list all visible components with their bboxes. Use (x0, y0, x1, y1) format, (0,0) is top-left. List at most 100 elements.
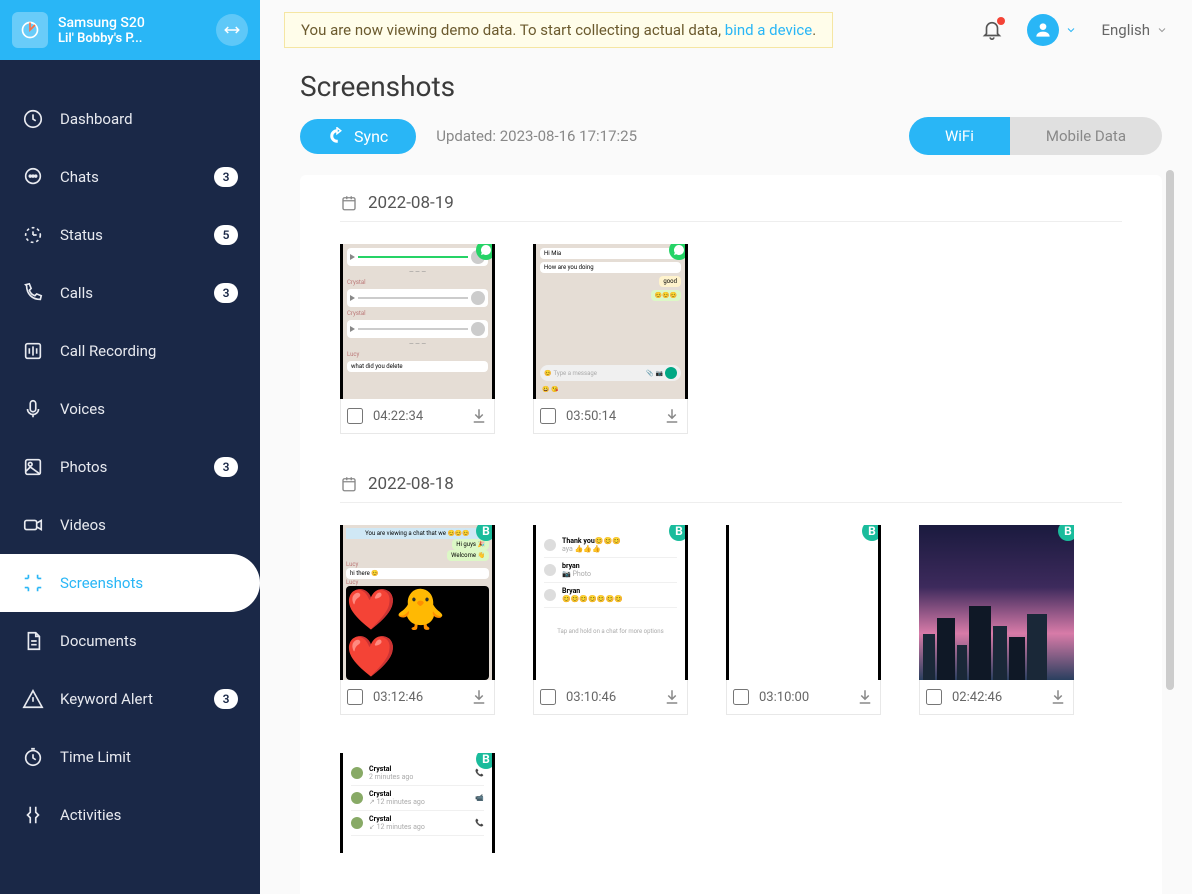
app-badge-icon: B (669, 525, 688, 541)
nav-badge: 3 (214, 283, 238, 303)
device-subtitle: Lil' Bobby's P... (58, 31, 206, 46)
screenshot-checkbox[interactable] (540, 689, 556, 705)
whatsapp-badge-icon (476, 244, 495, 260)
nav-label: Activities (60, 806, 238, 824)
screenshot-item[interactable]: B (919, 525, 1074, 715)
notification-dot-icon (997, 17, 1005, 25)
date-label: 2022-08-19 (368, 193, 454, 213)
nav-chats[interactable]: Chats 3 (0, 148, 260, 206)
download-button[interactable] (663, 407, 681, 425)
language-label: English (1101, 21, 1150, 39)
screenshot-time: 03:50:14 (566, 409, 653, 424)
screenshots-card: 2022-08-19 — — — Crystal Crystal — — — (300, 175, 1162, 894)
sidebar: Samsung S20 Lil' Bobby's P... Dashboard … (0, 0, 260, 894)
screenshot-thumb[interactable]: B (919, 525, 1074, 680)
nav: Dashboard Chats 3 Status 5 Calls 3 Call … (0, 60, 260, 844)
download-button[interactable] (856, 688, 874, 706)
calendar-icon (340, 475, 358, 493)
screenshot-item[interactable]: B You are viewing a chat that we 😊😊😊 Hi … (340, 525, 495, 715)
wifi-toggle[interactable]: WiFi (909, 117, 1010, 155)
nav-keyword-alert[interactable]: Keyword Alert 3 (0, 670, 260, 728)
download-button[interactable] (1049, 688, 1067, 706)
user-menu[interactable] (1027, 14, 1077, 46)
nav-badge: 3 (214, 457, 238, 477)
scrollbar-thumb[interactable] (1166, 170, 1174, 690)
download-button[interactable] (663, 688, 681, 706)
nav-label: Chats (60, 168, 198, 186)
device-header[interactable]: Samsung S20 Lil' Bobby's P... (0, 0, 260, 60)
nav-time-limit[interactable]: Time Limit (0, 728, 260, 786)
banner-text: You are now viewing demo data. To start … (301, 21, 725, 39)
screenshot-item[interactable]: B 03:10:00 (726, 525, 881, 715)
nav-photos[interactable]: Photos 3 (0, 438, 260, 496)
activities-icon (22, 804, 44, 826)
screenshot-thumb[interactable]: B Crystal2 minutes ago📞 Crystal↗ 12 minu… (340, 753, 495, 853)
device-name: Samsung S20 (58, 15, 206, 31)
nav-documents[interactable]: Documents (0, 612, 260, 670)
whatsapp-badge-icon (669, 244, 688, 260)
screenshot-footer: 03:12:46 (340, 680, 495, 715)
nav-label: Dashboard (60, 110, 238, 128)
page-title: Screenshots (300, 70, 1162, 103)
nav-badge: 3 (214, 689, 238, 709)
nav-videos[interactable]: Videos (0, 496, 260, 554)
avatar-icon (1027, 14, 1059, 46)
nav-screenshots[interactable]: Screenshots (0, 554, 260, 612)
screenshot-footer: 03:10:00 (726, 680, 881, 715)
download-button[interactable] (470, 407, 488, 425)
swap-device-button[interactable] (216, 14, 248, 46)
screenshot-time: 03:12:46 (373, 690, 460, 705)
screenshot-item[interactable]: Hi Mia How are you doing good 😊😊😊 😊Type … (533, 244, 688, 434)
screenshot-checkbox[interactable] (733, 689, 749, 705)
sync-button[interactable]: Sync (300, 119, 416, 154)
screenshot-checkbox[interactable] (540, 408, 556, 424)
screenshot-icon (22, 572, 44, 594)
screenshot-item[interactable]: B Thank you😊😊😊aya 👍👍👍 bryan📷 Photo Bryan… (533, 525, 688, 715)
photos-icon (22, 456, 44, 478)
nav-voices[interactable]: Voices (0, 380, 260, 438)
download-button[interactable] (470, 688, 488, 706)
date-header: 2022-08-18 (340, 474, 1122, 503)
nav-label: Screenshots (60, 574, 238, 592)
app-badge-icon: B (476, 753, 495, 769)
mobile-data-toggle[interactable]: Mobile Data (1010, 117, 1162, 155)
chats-icon (22, 166, 44, 188)
nav-label: Documents (60, 632, 238, 650)
screenshot-thumb[interactable]: Hi Mia How are you doing good 😊😊😊 😊Type … (533, 244, 688, 399)
nav-label: Voices (60, 400, 238, 418)
nav-call-recording[interactable]: Call Recording (0, 322, 260, 380)
screenshot-grid: — — — Crystal Crystal — — — Lucy what di… (340, 244, 1122, 434)
screenshot-checkbox[interactable] (347, 408, 363, 424)
nav-label: Calls (60, 284, 198, 302)
nav-label: Photos (60, 458, 198, 476)
recording-icon (22, 340, 44, 362)
nav-status[interactable]: Status 5 (0, 206, 260, 264)
screenshot-thumb[interactable]: B You are viewing a chat that we 😊😊😊 Hi … (340, 525, 495, 680)
updated-timestamp: Updated: 2023-08-16 17:17:25 (436, 127, 637, 145)
screenshot-item[interactable]: — — — Crystal Crystal — — — Lucy what di… (340, 244, 495, 434)
nav-dashboard[interactable]: Dashboard (0, 90, 260, 148)
nav-label: Videos (60, 516, 238, 534)
bind-device-link[interactable]: bind a device (725, 21, 812, 39)
screenshot-thumb[interactable]: B (726, 525, 881, 680)
date-header: 2022-08-19 (340, 193, 1122, 222)
time-icon (22, 746, 44, 768)
screenshot-time: 04:22:34 (373, 409, 460, 424)
nav-label: Status (60, 226, 198, 244)
dashboard-icon (22, 108, 44, 130)
nav-badge: 5 (214, 225, 238, 245)
screenshot-thumb[interactable]: — — — Crystal Crystal — — — Lucy what di… (340, 244, 495, 399)
video-icon (22, 514, 44, 536)
demo-banner: You are now viewing demo data. To start … (284, 12, 833, 48)
screenshot-checkbox[interactable] (347, 689, 363, 705)
notifications-button[interactable] (981, 19, 1003, 41)
scrollbar[interactable] (1160, 0, 1176, 894)
screenshot-footer: 02:42:46 (919, 680, 1074, 715)
screenshot-item[interactable]: B Crystal2 minutes ago📞 Crystal↗ 12 minu… (340, 753, 495, 853)
nav-calls[interactable]: Calls 3 (0, 264, 260, 322)
language-selector[interactable]: English (1101, 21, 1168, 39)
chevron-down-icon (1065, 24, 1077, 36)
nav-activities[interactable]: Activities (0, 786, 260, 844)
screenshot-checkbox[interactable] (926, 689, 942, 705)
screenshot-thumb[interactable]: B Thank you😊😊😊aya 👍👍👍 bryan📷 Photo Bryan… (533, 525, 688, 680)
